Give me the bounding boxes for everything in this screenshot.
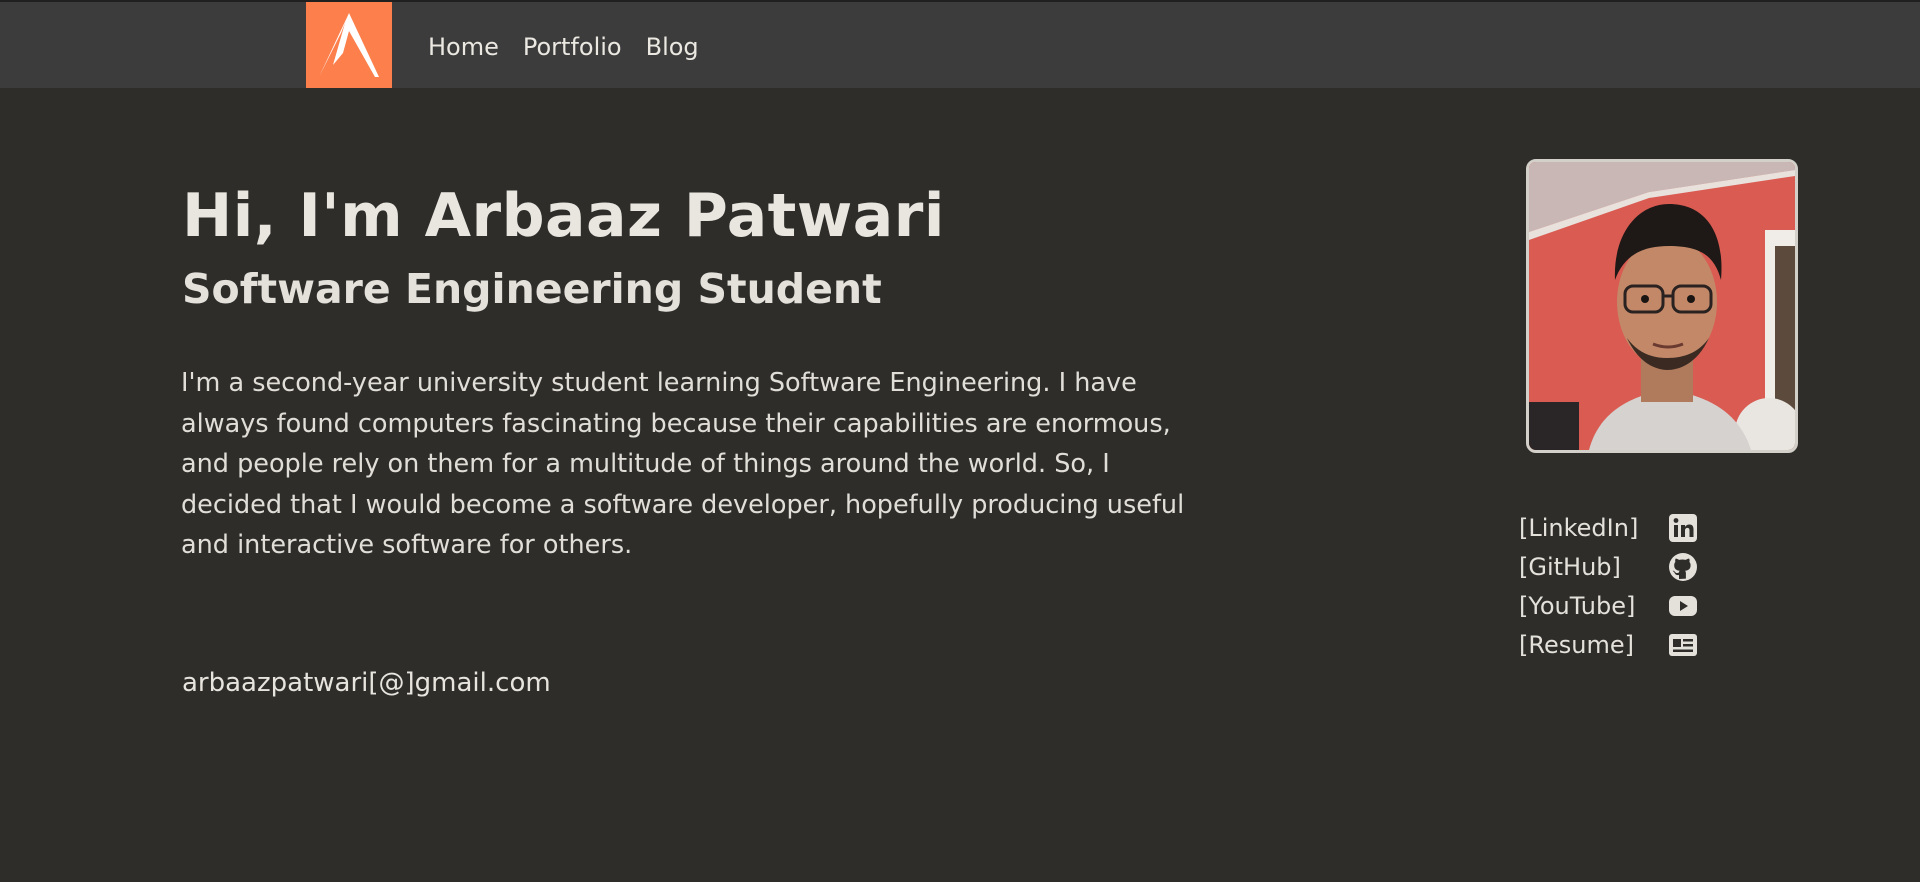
profile-photo <box>1526 159 1798 453</box>
youtube-icon <box>1669 595 1697 616</box>
linkedin-label: [LinkedIn] <box>1519 513 1639 542</box>
youtube-link[interactable]: [YouTube] <box>1519 586 1719 625</box>
navbar: Home Portfolio Blog <box>0 2 1920 88</box>
main-nav: Home Portfolio Blog <box>428 32 699 62</box>
github-link[interactable]: [GitHub] <box>1519 547 1719 586</box>
linkedin-icon <box>1669 513 1697 542</box>
github-icon <box>1669 552 1697 581</box>
social-links: [LinkedIn] [GitHub] [YouTube] [Resume] <box>1519 508 1719 664</box>
hero-subtitle: Software Engineering Student <box>182 265 882 313</box>
youtube-label: [YouTube] <box>1519 591 1636 620</box>
hero-title: Hi, I'm Arbaaz Patwari <box>182 181 945 251</box>
logo-icon <box>319 13 379 77</box>
linkedin-link[interactable]: [LinkedIn] <box>1519 508 1719 547</box>
resume-icon <box>1669 633 1697 656</box>
nav-blog-link[interactable]: Blog <box>646 32 699 62</box>
email-text[interactable]: arbaazpatwari[@]gmail.com <box>182 665 551 701</box>
resume-link[interactable]: [Resume] <box>1519 625 1719 664</box>
site-logo[interactable] <box>306 2 392 88</box>
nav-portfolio-link[interactable]: Portfolio <box>523 32 622 62</box>
resume-label: [Resume] <box>1519 630 1634 659</box>
nav-home-link[interactable]: Home <box>428 32 499 62</box>
github-label: [GitHub] <box>1519 552 1621 581</box>
bio-paragraph: I'm a second-year university student lea… <box>181 368 1185 560</box>
